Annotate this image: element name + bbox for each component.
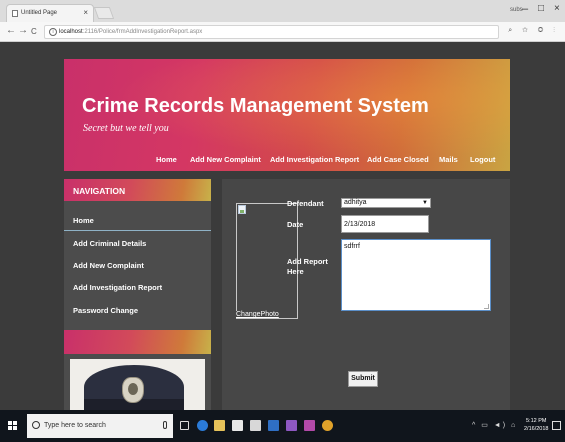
taskbar-search-input[interactable]: Type here to search <box>27 414 173 438</box>
topnav-logout[interactable]: Logout <box>470 155 495 164</box>
clock-time: 5:12 PM <box>525 418 547 424</box>
page-body: Crime Records Management System Secret b… <box>0 42 565 410</box>
url-path: :2116/Police/frmAddInvestigationReport.a… <box>82 29 203 35</box>
tab-title: Untitled Page <box>21 10 58 16</box>
sidebar: NAVIGATION Home Add Criminal Details Add… <box>64 179 211 410</box>
store-icon[interactable] <box>232 420 243 431</box>
page-icon <box>12 10 18 17</box>
browser-tab[interactable]: Untitled Page × <box>6 4 94 22</box>
file-explorer-icon[interactable] <box>214 420 225 431</box>
topnav-add-new-complaint[interactable]: Add New Complaint <box>190 155 261 164</box>
edge-icon[interactable] <box>197 420 208 431</box>
profile-name[interactable]: subs <box>510 7 523 13</box>
media-app-icon[interactable] <box>304 420 315 431</box>
resize-grip-icon[interactable] <box>484 304 489 309</box>
task-view-icon[interactable] <box>180 421 189 430</box>
clock-date: 2/16/2018 <box>524 426 549 432</box>
notifications-icon[interactable] <box>552 421 561 430</box>
site-title: Crime Records Management System <box>82 95 429 117</box>
topnav-add-case-closed[interactable]: Add Case Closed <box>367 155 429 164</box>
url-field[interactable]: i localhost:2116/Police/frmAddInvestigat… <box>44 25 499 39</box>
broken-image-icon <box>238 205 246 214</box>
report-form-panel: ChangePhoto Defendant adhitya ▼ Date 2/1… <box>222 179 510 410</box>
browser-tab-bar: Untitled Page × subs – □ × <box>0 0 565 22</box>
taskbar: Type here to search ^ ▭ ◄) ⌂ 5:12 PM 2/1… <box>0 410 565 442</box>
url-host: localhost <box>59 29 83 35</box>
change-photo-link[interactable]: ChangePhoto <box>235 311 280 318</box>
cap-badge-center <box>128 383 138 395</box>
sidebar-item-add-investigation-report[interactable]: Add Investigation Report <box>64 276 211 298</box>
taskbar-clock[interactable]: 5:12 PM 2/16/2018 <box>524 417 548 433</box>
tab-close-icon[interactable]: × <box>83 8 88 17</box>
site-tagline: Secret but we tell you <box>83 123 169 134</box>
info-icon[interactable]: i <box>49 28 57 36</box>
mail-icon[interactable] <box>250 420 261 431</box>
defendant-value: adhitya <box>344 199 367 206</box>
maximize-button[interactable]: □ <box>538 3 544 14</box>
sidebar-band <box>64 330 211 354</box>
topnav-mails[interactable]: Mails <box>439 155 458 164</box>
search-placeholder: Type here to search <box>44 422 106 429</box>
topnav-add-investigation-report[interactable]: Add Investigation Report <box>270 155 359 164</box>
close-window-button[interactable]: × <box>554 3 560 14</box>
visual-studio-icon[interactable] <box>286 420 297 431</box>
word-icon[interactable] <box>268 420 279 431</box>
reload-button[interactable]: C <box>31 27 37 36</box>
sidebar-item-add-new-complaint[interactable]: Add New Complaint <box>64 254 211 276</box>
address-bar-row: ← → C i localhost:2116/Police/frmAddInve… <box>0 22 565 42</box>
sidebar-item-add-criminal-details[interactable]: Add Criminal Details <box>64 232 211 254</box>
date-field[interactable]: 2/13/2018 <box>341 215 429 233</box>
microphone-icon[interactable] <box>163 421 167 429</box>
defendant-label: Defendant <box>287 199 324 208</box>
back-button[interactable]: ← <box>6 25 16 36</box>
site-header: Crime Records Management System Secret b… <box>64 59 510 171</box>
date-label: Date <box>287 220 304 229</box>
defendant-select[interactable]: adhitya ▼ <box>341 198 431 208</box>
forward-button[interactable]: → <box>18 25 28 36</box>
toolbar-icons[interactable]: ⌕ ☆ ◎ ⋮ <box>508 27 559 35</box>
windows-start-icon[interactable] <box>8 421 18 431</box>
topnav-home[interactable]: Home <box>156 155 177 164</box>
police-cap-image <box>70 359 205 410</box>
dropdown-arrow-icon: ▼ <box>422 200 428 206</box>
report-label: Add Report Here <box>287 257 328 276</box>
report-text: sdfrrf <box>344 243 360 250</box>
sidebar-item-password-change[interactable]: Password Change <box>64 299 211 321</box>
new-tab-button[interactable] <box>93 7 115 19</box>
report-textarea[interactable]: sdfrrf <box>341 239 491 311</box>
cortana-icon <box>32 421 40 429</box>
minimize-button[interactable]: – <box>522 3 528 15</box>
sidebar-heading: NAVIGATION <box>64 179 211 201</box>
sidebar-item-home[interactable]: Home <box>64 209 211 231</box>
submit-button[interactable]: Submit <box>348 371 378 387</box>
chrome-icon[interactable] <box>322 420 333 431</box>
system-tray-icons[interactable]: ^ ▭ ◄) ⌂ <box>472 421 517 429</box>
